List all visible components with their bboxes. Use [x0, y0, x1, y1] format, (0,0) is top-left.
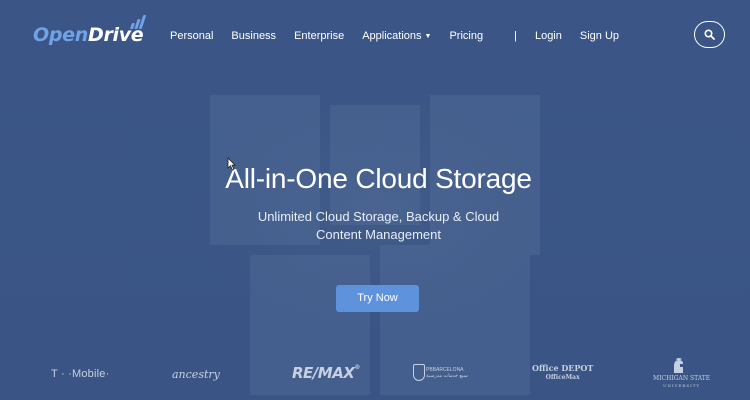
logo-bars-icon	[129, 15, 149, 29]
pbl-line2: سبع خدمات مدرسية	[426, 373, 468, 379]
nav-personal[interactable]: Personal	[170, 30, 213, 42]
hero-title: All-in-One Cloud Storage	[225, 163, 532, 194]
pbl-logo: PBBARCELONA سبع خدمات مدرسية	[426, 367, 468, 379]
nav-login[interactable]: Login	[535, 30, 562, 42]
search-button[interactable]	[694, 21, 725, 48]
nav-applications-label: Applications	[362, 30, 422, 42]
remax-registered-mark: ®	[354, 364, 360, 371]
nav-pricing[interactable]: Pricing	[449, 30, 483, 42]
remax-text: RE/MAX	[292, 364, 355, 382]
search-icon	[704, 29, 715, 40]
msu-logo: MICHIGAN STATE UNIVERSITY	[653, 375, 710, 389]
officedepot-logo: Office DEPOT OfficeMax	[532, 364, 593, 382]
ancestry-logo: ancestry	[172, 368, 220, 381]
nav-separator: |	[514, 30, 517, 42]
logo-text-open: Open	[33, 24, 88, 46]
opendrive-logo[interactable]: Open Drive	[33, 15, 147, 46]
officedepot-line2: OfficeMax	[545, 374, 580, 381]
chevron-down-icon: ▼	[424, 33, 432, 40]
hero-subtitle-line2: Content Management	[315, 227, 442, 242]
pbl-shield-icon	[413, 364, 425, 381]
hero-subtitle-line1: Unlimited Cloud Storage, Backup & Cloud	[257, 209, 500, 224]
cursor-icon	[227, 157, 236, 171]
remax-logo: RE/MAX®	[292, 364, 360, 382]
nav-applications[interactable]: Applications ▼	[362, 30, 431, 42]
try-now-button[interactable]: Try Now	[336, 285, 419, 312]
hero-collage	[190, 95, 560, 400]
tmobile-logo: T · ·Mobile·	[51, 368, 110, 380]
nav-signup[interactable]: Sign Up	[580, 30, 619, 42]
client-logos: T · ·Mobile· ancestry RE/MAX® PBBARCELON…	[0, 356, 750, 400]
officedepot-line1: Office DEPOT	[532, 363, 594, 373]
spartan-helmet-icon	[674, 358, 683, 373]
nav-enterprise[interactable]: Enterprise	[294, 30, 344, 42]
msu-line2: UNIVERSITY	[663, 383, 701, 388]
hero-subtitle: Unlimited Cloud Storage, Backup & Cloud …	[0, 208, 750, 244]
main-nav: Personal Business Enterprise Application…	[170, 29, 637, 43]
msu-line1: MICHIGAN STATE	[653, 375, 711, 382]
nav-business[interactable]: Business	[231, 30, 276, 42]
